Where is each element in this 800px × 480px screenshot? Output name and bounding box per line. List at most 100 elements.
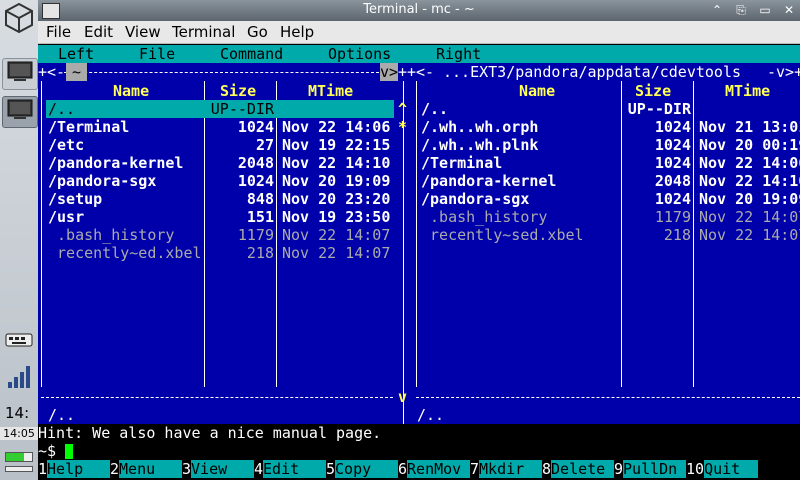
- left-panel-path[interactable]: ~: [66, 63, 88, 81]
- fkey-renmov[interactable]: 6RenMov: [398, 460, 471, 478]
- file-name: recently~sed.xbel: [421, 226, 584, 244]
- fkey-label: View: [191, 460, 255, 478]
- file-row[interactable]: /pandora-kernel 2048 Nov 22 14:10: [419, 172, 800, 190]
- file-size: 1024: [654, 154, 691, 172]
- file-row[interactable]: /pandora-sgx 1024 Nov 20 19:09: [46, 172, 394, 190]
- menu-view[interactable]: View: [125, 23, 161, 41]
- fkey-number: 5: [326, 460, 336, 478]
- menu-terminal[interactable]: Terminal: [172, 23, 235, 41]
- fkey-copy[interactable]: 5Copy: [326, 460, 399, 478]
- file-size: 1024: [654, 190, 691, 208]
- file-row[interactable]: recently~ed.xbel 218 Nov 22 14:07: [46, 244, 394, 262]
- file-row[interactable]: /.. UP--DIR: [46, 100, 394, 118]
- signal-strength-icon[interactable]: [2, 362, 36, 392]
- fkey-quit[interactable]: 10Quit: [686, 460, 759, 478]
- mc-menu-command[interactable]: Command: [220, 45, 283, 63]
- fkey-view[interactable]: 3View: [182, 460, 255, 478]
- right-file-panel[interactable]: +<- ...EXT3/pandora/appdata/cdevtools -v…: [407, 63, 800, 424]
- column-header-size[interactable]: Size: [635, 82, 671, 100]
- cube-logo-icon[interactable]: [2, 2, 36, 36]
- column-header-name[interactable]: Name: [519, 82, 555, 100]
- hint-line: Hint: We also have a nice manual page.: [38, 424, 382, 442]
- menu-go[interactable]: Go: [247, 23, 268, 41]
- file-mtime: Nov 22 14:06: [699, 154, 800, 172]
- terminal-area[interactable]: Left File Command Options Right +<- ~ v>…: [38, 44, 800, 480]
- menu-edit[interactable]: Edit: [84, 23, 113, 41]
- scroll-down-indicator[interactable]: v: [398, 388, 407, 406]
- file-row[interactable]: /etc 27 Nov 19 22:15: [46, 136, 394, 154]
- panel-left-border: [41, 81, 42, 387]
- file-mtime: Nov 19 23:50: [282, 208, 391, 226]
- fkey-number: 3: [182, 460, 192, 478]
- fkey-label: Edit: [263, 460, 327, 478]
- fkey-edit[interactable]: 4Edit: [254, 460, 327, 478]
- file-mtime: Nov 22 14:10: [699, 172, 800, 190]
- right-panel-path[interactable]: ...EXT3/pandora/appdata/cdevtools: [443, 63, 741, 81]
- column-header-mtime[interactable]: MTime: [308, 82, 353, 100]
- active-terminal-icon[interactable]: [2, 96, 38, 128]
- file-row[interactable]: /.wh..wh.orph 1024 Nov 21 13:01: [419, 118, 800, 136]
- file-mtime: Nov 20 19:09: [699, 190, 800, 208]
- close-button[interactable]: ✕: [780, 2, 798, 18]
- fkey-number: 7: [470, 460, 480, 478]
- file-row[interactable]: /Terminal 1024 Nov 22 14:06: [46, 118, 394, 136]
- file-row[interactable]: /pandora-sgx 1024 Nov 20 19:09: [419, 190, 800, 208]
- column-header-mtime[interactable]: MTime: [725, 82, 770, 100]
- mc-menu-left[interactable]: Left: [58, 45, 94, 63]
- fkey-number: 10: [686, 460, 705, 478]
- file-row[interactable]: /setup 848 Nov 20 23:20: [46, 190, 394, 208]
- file-name: .bash_history: [421, 208, 548, 226]
- fkey-label: Mkdir: [479, 460, 543, 478]
- file-name: /pandora-kernel: [421, 172, 557, 190]
- mc-menu-right[interactable]: Right: [436, 45, 481, 63]
- maximize-button[interactable]: ▭: [756, 2, 774, 18]
- minimize-button[interactable]: ⎘: [732, 2, 750, 18]
- fkey-help[interactable]: 1Help: [38, 460, 111, 478]
- file-row[interactable]: /.wh..wh.plnk 1024 Nov 20 00:19: [419, 136, 800, 154]
- file-row[interactable]: /pandora-kernel 2048 Nov 22 14:10: [46, 154, 394, 172]
- shade-button[interactable]: ⌃: [708, 2, 726, 18]
- fkey-number: 8: [542, 460, 552, 478]
- mc-menu-options[interactable]: Options: [328, 45, 391, 63]
- battery-level-fill: [6, 453, 25, 461]
- column-header-size[interactable]: Size: [220, 82, 256, 100]
- column-header-name[interactable]: Name: [113, 82, 149, 100]
- file-row[interactable]: .bash_history 1179 Nov 22 14:07: [46, 226, 394, 244]
- fkey-number: 4: [254, 460, 264, 478]
- menu-help[interactable]: Help: [280, 23, 314, 41]
- fkey-pulldn[interactable]: 9PullDn: [614, 460, 687, 478]
- file-name: /pandora-kernel: [48, 154, 184, 172]
- mc-menu-file[interactable]: File: [139, 45, 175, 63]
- shell-prompt[interactable]: ~$: [38, 442, 74, 460]
- fkey-menu[interactable]: 2Menu: [110, 460, 183, 478]
- file-mtime: Nov 22 14:06: [282, 118, 391, 136]
- terminal-launcher-icon[interactable]: [2, 58, 38, 90]
- right-panel-history-button[interactable]: -v>+: [767, 63, 800, 81]
- fkey-label: Copy: [335, 460, 399, 478]
- fkey-delete[interactable]: 8Delete: [542, 460, 615, 478]
- file-row[interactable]: /.. UP--DIR: [419, 100, 800, 118]
- file-name: /pandora-sgx: [48, 172, 157, 190]
- window-titlebar[interactable]: Terminal - mc - ~ ⌃ ⎘ ▭ ✕: [38, 0, 800, 21]
- file-row[interactable]: .bash_history 1179 Nov 22 14:07: [419, 208, 800, 226]
- file-size: 218: [246, 244, 274, 262]
- fkey-number: 2: [110, 460, 120, 478]
- file-size: UP--DIR: [627, 100, 691, 118]
- file-size: 1024: [237, 118, 274, 136]
- file-name: /etc: [48, 136, 85, 154]
- file-row[interactable]: /usr 151 Nov 19 23:50: [46, 208, 394, 226]
- keyboard-icon[interactable]: [2, 326, 36, 356]
- menu-file[interactable]: File: [46, 23, 71, 41]
- left-panel-history-button[interactable]: v>: [380, 63, 399, 81]
- file-size: 151: [246, 208, 274, 226]
- fkey-mkdir[interactable]: 7Mkdir: [470, 460, 543, 478]
- battery-indicator: [5, 452, 33, 462]
- panel-corner: +: [398, 63, 407, 81]
- left-file-panel[interactable]: +<- ~ v> + Name Size MTime /.. UP--DIR/Te…: [38, 63, 407, 424]
- file-row[interactable]: recently~sed.xbel 218 Nov 22 14:07: [419, 226, 800, 244]
- file-row[interactable]: /Terminal 1024 Nov 22 14:06: [419, 154, 800, 172]
- panel-top-border: [64, 72, 379, 73]
- file-size: 2048: [237, 154, 274, 172]
- file-size: 1179: [237, 226, 274, 244]
- scroll-up-indicator[interactable]: ^: [398, 100, 407, 118]
